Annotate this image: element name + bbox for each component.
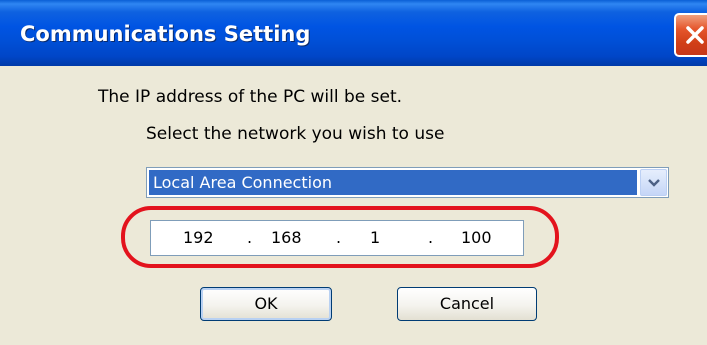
dialog-body: The IP address of the PC will be set. Se…	[0, 66, 707, 345]
window-title: Communications Setting	[20, 22, 311, 46]
network-prompt: Select the network you wish to use	[146, 124, 445, 144]
cancel-button[interactable]: Cancel	[397, 287, 537, 321]
dropdown-button[interactable]	[640, 169, 667, 196]
ip-separator: .	[247, 228, 253, 247]
ip-octet-4[interactable]: 100	[461, 221, 492, 255]
ip-octet-3[interactable]: 1	[370, 221, 380, 255]
ip-octet-2[interactable]: 168	[271, 221, 302, 255]
network-select[interactable]: Local Area Connection	[146, 167, 669, 198]
info-message: The IP address of the PC will be set.	[98, 87, 403, 107]
network-select-value[interactable]: Local Area Connection	[149, 170, 637, 195]
ip-address-field[interactable]: 192 . 168 . 1 . 100	[150, 220, 524, 256]
close-icon	[686, 26, 704, 44]
communications-setting-dialog: Communications Setting The IP address of…	[0, 0, 707, 345]
title-bar[interactable]: Communications Setting	[0, 0, 707, 66]
ok-button[interactable]: OK	[200, 287, 332, 321]
close-button[interactable]	[674, 13, 707, 57]
chevron-down-icon	[648, 179, 660, 187]
ip-separator: .	[428, 228, 434, 247]
ip-octet-1[interactable]: 192	[183, 221, 214, 255]
ip-separator: .	[336, 228, 342, 247]
